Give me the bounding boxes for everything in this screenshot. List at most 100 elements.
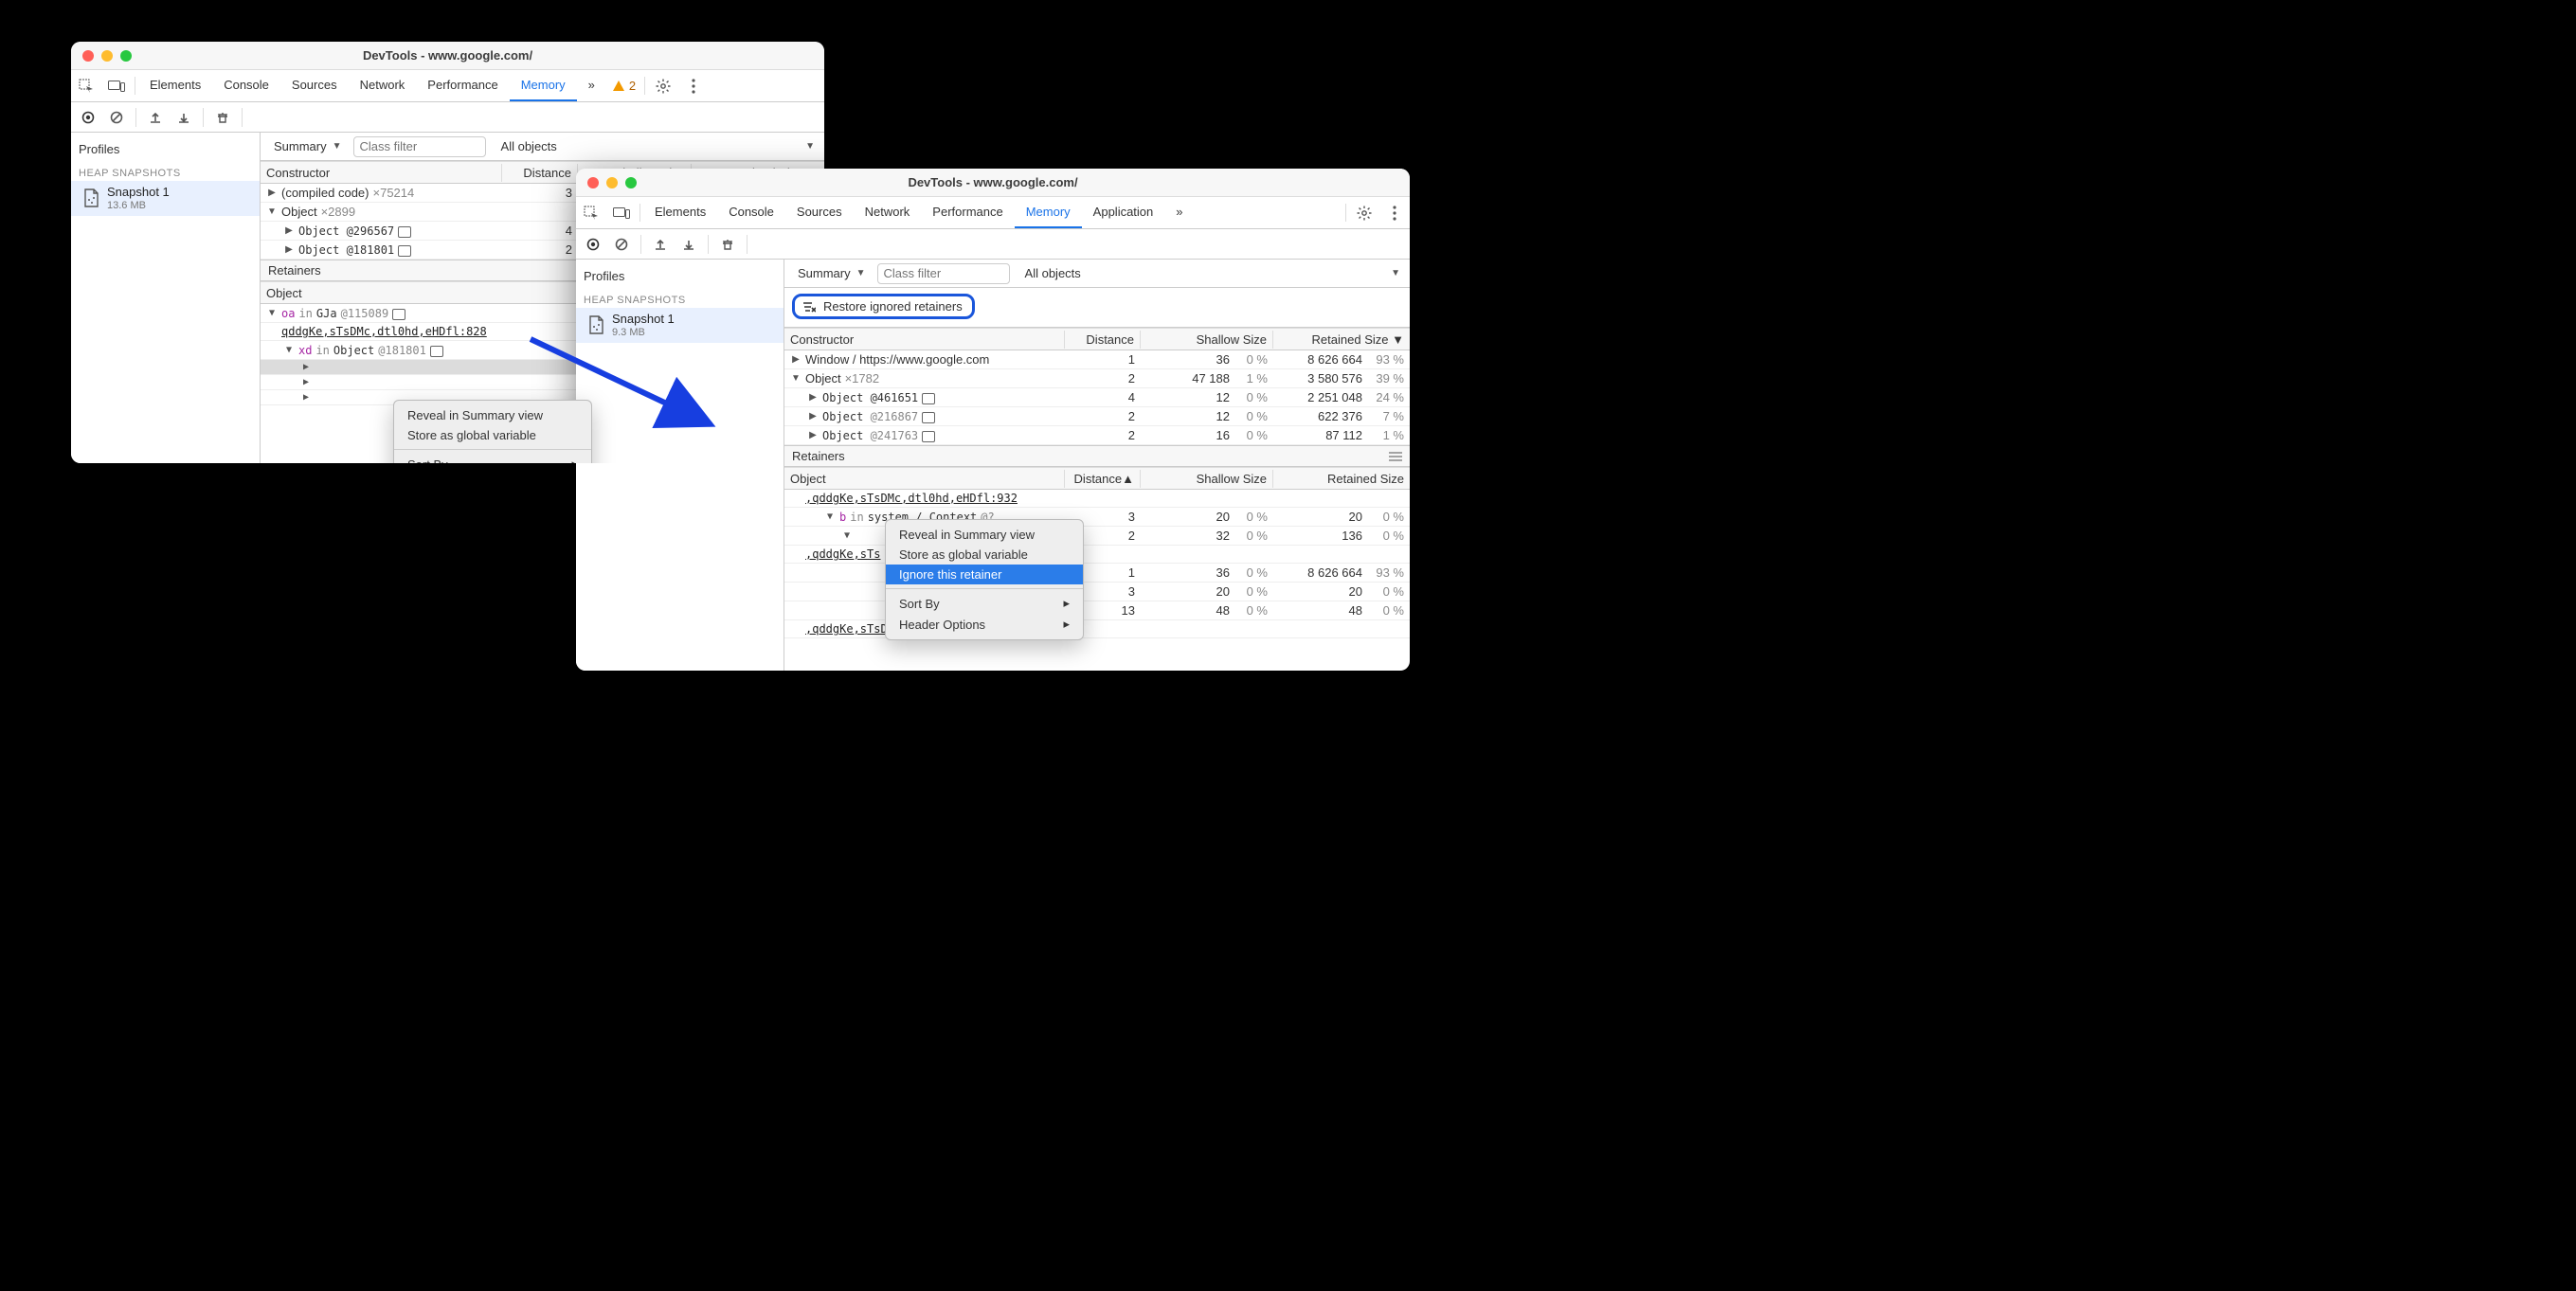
table-row[interactable]: ,qddgKe,sTsDMc,dtl0hd,eHDfl:932: [784, 490, 1410, 508]
menu-item[interactable]: Store as global variable: [394, 425, 591, 445]
table-row[interactable]: ▶Object @461651 4120 %2 251 04824 %: [784, 388, 1410, 407]
gc-icon[interactable]: [714, 231, 741, 258]
summary-label: Summary: [274, 139, 327, 153]
minimize-icon[interactable]: [101, 50, 113, 62]
record-icon[interactable]: [580, 231, 606, 258]
menu-item[interactable]: Sort By▸: [886, 593, 1083, 614]
all-objects-dropdown[interactable]: All objects ▼: [1016, 262, 1406, 285]
gear-icon[interactable]: [1349, 197, 1379, 228]
table-row[interactable]: ▶Window / https://www.google.com1360 %8 …: [784, 350, 1410, 369]
summary-dropdown[interactable]: Summary ▼: [788, 262, 872, 285]
tab-network[interactable]: Network: [854, 197, 922, 228]
record-icon[interactable]: [75, 104, 101, 131]
tab-elements[interactable]: Elements: [138, 70, 212, 101]
chevron-down-icon: ▼: [333, 141, 342, 152]
kebab-icon[interactable]: [1379, 197, 1410, 228]
minimize-icon[interactable]: [606, 177, 618, 188]
separator: [1345, 204, 1346, 222]
inspect-icon[interactable]: [71, 70, 101, 101]
menu-item[interactable]: Sort By▸: [394, 454, 591, 463]
memory-main: Summary ▼ All objects ▼ Restore ignored …: [784, 260, 1410, 671]
close-icon[interactable]: [82, 50, 94, 62]
class-filter-input[interactable]: [353, 136, 486, 157]
profiles-heading: Profiles: [576, 260, 784, 287]
tab-network[interactable]: Network: [349, 70, 417, 101]
table-row[interactable]: ▼2320 %1360 %: [784, 527, 1410, 546]
table-row[interactable]: 1360 %8 626 66493 %: [784, 564, 1410, 583]
menu-item[interactable]: Reveal in Summary view: [394, 405, 591, 425]
col-distance[interactable]: Distance: [502, 164, 578, 182]
table-row[interactable]: 13480 %480 %: [784, 601, 1410, 620]
class-filter-input[interactable]: [877, 263, 1010, 284]
upload-icon[interactable]: [142, 104, 169, 131]
col-shallow[interactable]: Shallow Size: [1141, 331, 1273, 349]
tab-console[interactable]: Console: [717, 197, 785, 228]
snapshot-name: Snapshot 1: [107, 185, 170, 200]
tab-application[interactable]: Application: [1082, 197, 1165, 228]
col-retained[interactable]: Retained Size: [1273, 470, 1410, 488]
menu-item[interactable]: Ignore this retainer: [886, 565, 1083, 584]
col-distance[interactable]: Distance: [1065, 331, 1141, 349]
snapshot-item[interactable]: Snapshot 1 9.3 MB: [576, 308, 784, 343]
restore-label: Restore ignored retainers: [823, 299, 963, 314]
tab-memory[interactable]: Memory: [1015, 197, 1082, 228]
titlebar: DevTools - www.google.com/: [576, 169, 1410, 197]
tab-console[interactable]: Console: [212, 70, 280, 101]
context-menu: Reveal in Summary viewStore as global va…: [885, 519, 1084, 640]
table-row[interactable]: ▶Object @216867 2120 %622 3767 %: [784, 407, 1410, 426]
profiles-sidebar: Profiles HEAP SNAPSHOTS Snapshot 1 13.6 …: [71, 133, 261, 463]
menu-item[interactable]: Header Options▸: [886, 614, 1083, 635]
tab-sources[interactable]: Sources: [280, 70, 349, 101]
more-tabs-icon[interactable]: »: [577, 70, 606, 101]
table-row[interactable]: ,qddgKe,sTsD…: [784, 620, 1410, 638]
table-row[interactable]: 3200 %200 %: [784, 583, 1410, 601]
kebab-icon[interactable]: [678, 70, 709, 101]
snapshot-size: 13.6 MB: [107, 200, 170, 212]
tab-memory[interactable]: Memory: [510, 70, 577, 101]
download-icon[interactable]: [171, 104, 197, 131]
close-icon[interactable]: [587, 177, 599, 188]
table-row[interactable]: ,qddgKe,sTs: [784, 546, 1410, 564]
separator: [203, 108, 204, 127]
inspect-icon[interactable]: [576, 197, 606, 228]
zoom-icon[interactable]: [625, 177, 637, 188]
more-tabs-icon[interactable]: »: [1164, 197, 1194, 228]
gear-icon[interactable]: [648, 70, 678, 101]
all-objects-dropdown[interactable]: All objects ▼: [492, 135, 820, 158]
restore-ignored-retainers-button[interactable]: Restore ignored retainers: [792, 294, 975, 319]
tab-performance[interactable]: Performance: [921, 197, 1014, 228]
zoom-icon[interactable]: [120, 50, 132, 62]
summary-label: Summary: [798, 266, 851, 280]
separator: [747, 235, 748, 254]
tab-performance[interactable]: Performance: [416, 70, 509, 101]
table-row[interactable]: ▼Object ×1782247 1881 %3 580 57639 %: [784, 369, 1410, 388]
col-distance[interactable]: Distance▲: [1065, 470, 1141, 488]
table-row[interactable]: ▶Object @241763 2160 %87 1121 %: [784, 426, 1410, 445]
chevron-down-icon: ▼: [856, 268, 866, 278]
device-icon[interactable]: [101, 70, 132, 101]
col-retained[interactable]: Retained Size ▼: [1273, 331, 1410, 349]
col-shallow[interactable]: Shallow Size: [1141, 470, 1273, 488]
snapshot-item[interactable]: Snapshot 1 13.6 MB: [71, 181, 260, 216]
summary-dropdown[interactable]: Summary ▼: [264, 135, 348, 158]
tab-sources[interactable]: Sources: [785, 197, 854, 228]
download-icon[interactable]: [676, 231, 702, 258]
gc-icon[interactable]: [209, 104, 236, 131]
menu-icon[interactable]: [1389, 452, 1402, 461]
menu-item[interactable]: Reveal in Summary view: [886, 525, 1083, 545]
col-object[interactable]: Object: [784, 470, 1065, 488]
clear-icon[interactable]: [608, 231, 635, 258]
col-constructor[interactable]: Constructor: [261, 164, 502, 182]
clear-icon[interactable]: [103, 104, 130, 131]
col-constructor[interactable]: Constructor: [784, 331, 1065, 349]
separator: [639, 204, 640, 222]
tab-elements[interactable]: Elements: [643, 197, 717, 228]
upload-icon[interactable]: [647, 231, 674, 258]
heap-snapshots-label: HEAP SNAPSHOTS: [71, 160, 260, 181]
menu-item[interactable]: Store as global variable: [886, 545, 1083, 565]
table-row[interactable]: ▼b in system / Context @?3200 %200 %: [784, 508, 1410, 527]
titlebar: DevTools - www.google.com/: [71, 42, 824, 70]
context-menu: Reveal in Summary viewStore as global va…: [393, 400, 592, 463]
device-icon[interactable]: [606, 197, 637, 228]
warning-badge[interactable]: 2: [606, 70, 641, 101]
